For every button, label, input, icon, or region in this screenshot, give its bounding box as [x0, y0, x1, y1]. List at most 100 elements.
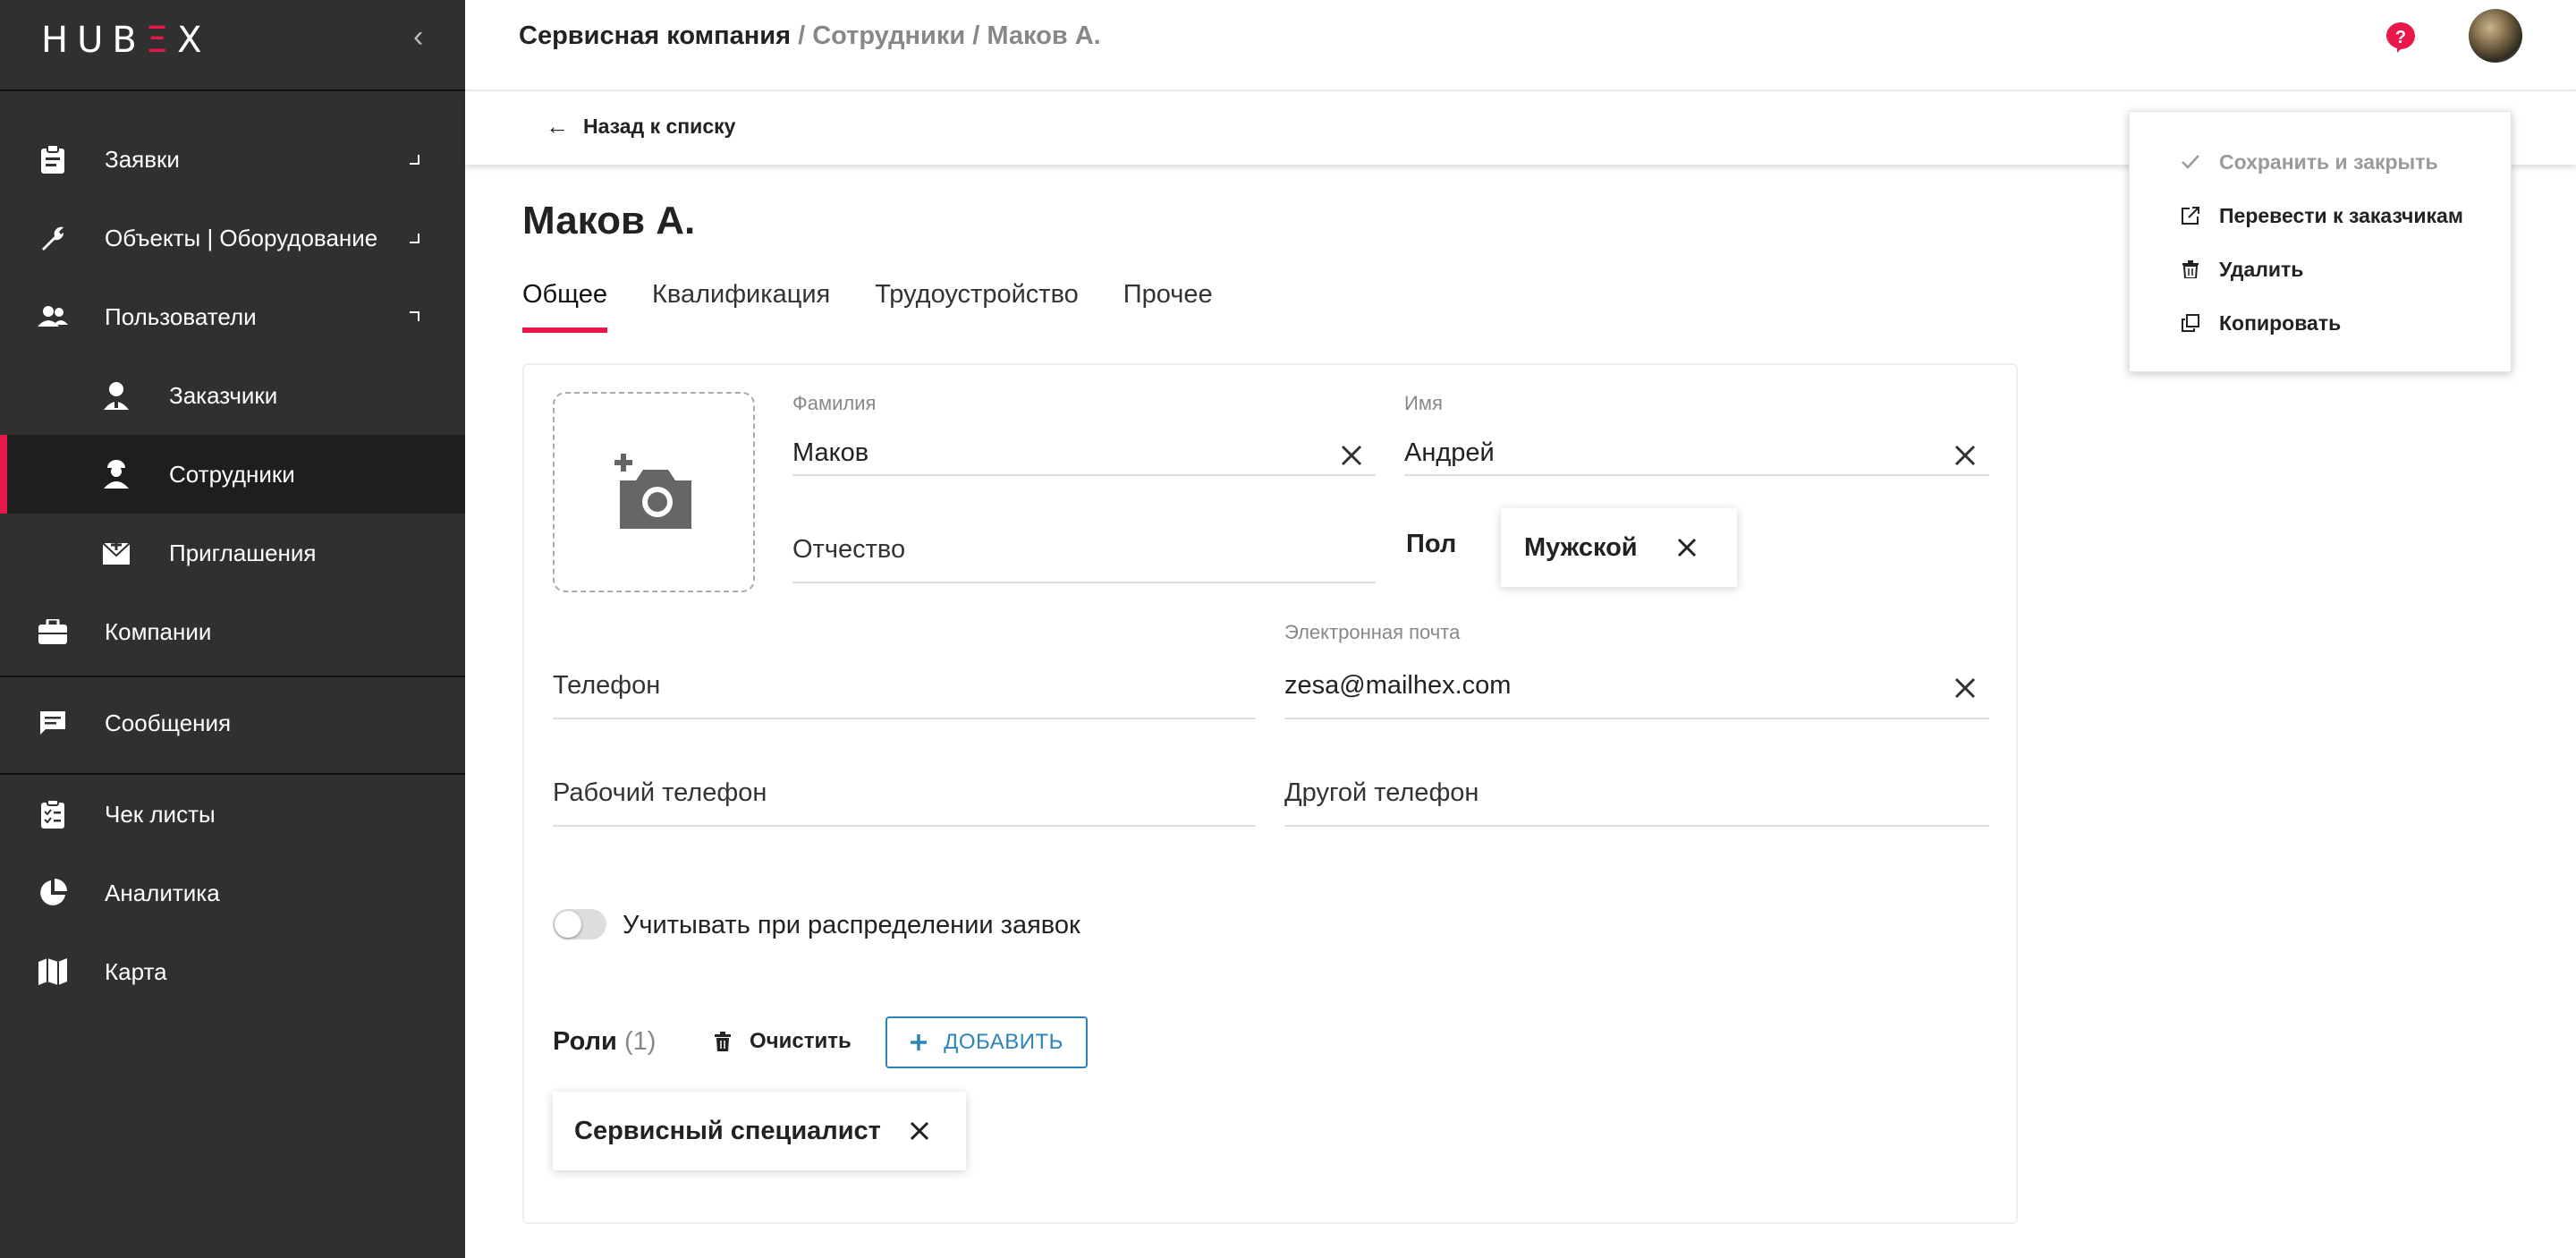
sidebar-item-companies[interactable]: Компании [0, 592, 465, 671]
sidebar-item-label: Сообщения [105, 709, 232, 736]
avatar[interactable] [2469, 9, 2522, 63]
toggle-knob [555, 911, 581, 938]
add-role-label: ДОБАВИТЬ [944, 1030, 1063, 1054]
work-phone-placeholder: Рабочий телефон [553, 778, 767, 807]
menu-item-delete[interactable]: Удалить [2180, 251, 2303, 287]
breadcrumb-section[interactable]: Сотрудники [812, 21, 965, 50]
work-phone-field[interactable]: Рабочий телефон [553, 750, 1256, 827]
menu-item-label: Сохранить и закрыть [2219, 149, 2438, 174]
customer-icon [101, 380, 131, 411]
sidebar-item-label: Аналитика [105, 879, 220, 906]
sidebar: HUBΞX ‹ Заявки Объекты | Оборудование По… [0, 0, 465, 1258]
gender-value: Мужской [1524, 532, 1638, 562]
last-name-field[interactable]: Фамилия Маков [792, 392, 1376, 476]
first-name-label: Имя [1404, 392, 1443, 414]
tab-general[interactable]: Общее [522, 280, 607, 333]
worker-icon [101, 459, 131, 489]
other-phone-field[interactable]: Другой телефон [1284, 750, 1989, 827]
sidebar-item-label: Приглашения [169, 539, 317, 566]
tab-other[interactable]: Прочее [1123, 280, 1213, 333]
sidebar-item-checklists[interactable]: Чек листы [0, 775, 465, 854]
email-label: Электронная почта [1284, 621, 1461, 643]
back-label: Назад к списку [583, 115, 736, 138]
last-name-label: Фамилия [792, 392, 877, 414]
tab-qualification[interactable]: Квалификация [652, 280, 830, 333]
middle-name-placeholder: Отчество [792, 535, 906, 564]
menu-item-label: Перевести к заказчикам [2219, 203, 2463, 227]
sidebar-item-customers[interactable]: Заказчики [0, 356, 465, 435]
collapse-sidebar-icon[interactable]: ‹ [413, 20, 423, 55]
sidebar-item-invitations[interactable]: Приглашения [0, 514, 465, 592]
piechart-icon [38, 878, 68, 908]
sidebar-item-label: Чек листы [105, 800, 216, 828]
middle-name-field[interactable]: Отчество [792, 517, 1376, 583]
sidebar-item-users[interactable]: Пользователи [0, 277, 465, 356]
arrow-left-icon: ← [546, 113, 569, 140]
photo-upload[interactable] [553, 392, 755, 592]
phone-field[interactable]: Телефон [553, 639, 1256, 719]
top-bar: Сервисная компания / Сотрудники / Маков … [465, 0, 2576, 91]
email-value: zesa@mailhex.com [1284, 671, 1512, 700]
breadcrumb-root[interactable]: Сервисная компания [519, 21, 791, 50]
menu-item-save-close[interactable]: Сохранить и закрыть [2180, 144, 2438, 180]
external-link-icon [2180, 205, 2201, 226]
menu-item-copy[interactable]: Копировать [2180, 305, 2341, 341]
clipboard-icon [38, 144, 68, 174]
checklist-icon [38, 799, 68, 829]
clear-roles-label: Очистить [750, 1029, 852, 1053]
other-phone-placeholder: Другой телефон [1284, 778, 1479, 807]
sidebar-item-label: Карта [105, 957, 167, 985]
check-icon [2180, 151, 2201, 173]
actions-menu: Сохранить и закрыть Перевести к заказчик… [2129, 111, 2512, 372]
gender-chip[interactable]: Мужской [1501, 508, 1737, 587]
logo-row: HUBΞX ‹ [0, 0, 465, 91]
sidebar-item-label: Компании [105, 617, 212, 645]
breadcrumb: Сервисная компания / Сотрудники / Маков … [519, 21, 1101, 50]
employee-form-card: Фамилия Маков Имя Андрей Отчество Пол Му… [522, 363, 2018, 1224]
back-to-list-link[interactable]: ← Назад к списку [546, 113, 735, 140]
sidebar-item-map[interactable]: Карта [0, 932, 465, 1011]
role-chip-label: Сервисный специалист [574, 1116, 881, 1145]
email-field[interactable]: Электронная почта zesa@mailhex.com [1284, 621, 1989, 719]
first-name-value: Андрей [1404, 438, 1495, 467]
add-photo-icon [614, 454, 691, 529]
plus-icon [911, 1034, 928, 1050]
phone-placeholder: Телефон [553, 671, 661, 700]
svg-text:?: ? [2395, 28, 2406, 47]
trash-icon [2180, 259, 2201, 280]
sidebar-item-requests[interactable]: Заявки [0, 120, 465, 199]
sidebar-item-messages[interactable]: Сообщения [0, 684, 465, 762]
remove-icon[interactable] [1676, 537, 1698, 558]
gender-label: Пол [1406, 530, 1457, 558]
role-chip[interactable]: Сервисный специалист [553, 1092, 966, 1170]
breadcrumb-current: Маков А. [987, 21, 1101, 50]
first-name-field[interactable]: Имя Андрей [1404, 392, 1989, 476]
sidebar-divider [0, 676, 465, 677]
clear-icon[interactable] [1953, 444, 1977, 467]
distribution-toggle-label: Учитывать при распределении заявок [623, 911, 1080, 939]
sidebar-item-employees[interactable]: Сотрудники [0, 435, 465, 514]
distribution-toggle[interactable] [553, 909, 606, 939]
sidebar-item-analytics[interactable]: Аналитика [0, 854, 465, 932]
expand-icon [410, 155, 419, 165]
last-name-value: Маков [792, 438, 869, 467]
collapse-icon [410, 311, 419, 321]
clear-roles-button[interactable]: Очистить [714, 1029, 852, 1054]
clear-icon[interactable] [1340, 444, 1363, 467]
tab-employment[interactable]: Трудоустройство [875, 280, 1079, 333]
logo[interactable]: HUBΞX [41, 20, 210, 61]
sidebar-item-objects[interactable]: Объекты | Оборудование [0, 199, 465, 277]
sidebar-item-label: Заявки [105, 145, 180, 173]
help-icon[interactable]: ? [2385, 21, 2417, 54]
briefcase-icon [38, 616, 68, 647]
trash-icon [715, 1032, 731, 1051]
remove-icon[interactable] [909, 1120, 930, 1142]
map-icon [38, 956, 68, 987]
menu-item-transfer[interactable]: Перевести к заказчикам [2180, 198, 2463, 234]
sidebar-item-label: Сотрудники [169, 460, 295, 488]
add-role-button[interactable]: ДОБАВИТЬ [886, 1016, 1088, 1068]
page-title: Маков А. [522, 199, 696, 242]
sidebar-item-label: Пользователи [105, 302, 257, 330]
wrench-icon [38, 223, 68, 253]
clear-icon[interactable] [1953, 676, 1977, 700]
